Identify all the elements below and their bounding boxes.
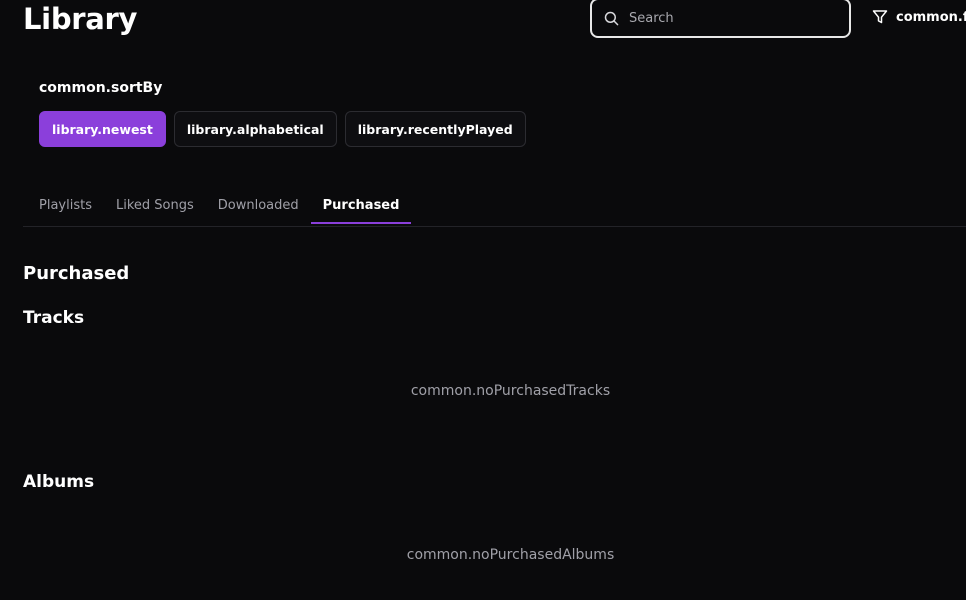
sort-by-label: common.sortBy [39, 80, 163, 96]
tracks-heading: Tracks [23, 308, 85, 328]
sort-recently-played-button[interactable]: library.recentlyPlayed [344, 111, 526, 147]
filters-button-label: common.filters [896, 9, 966, 25]
tab-downloaded[interactable]: Downloaded [206, 190, 311, 226]
library-page: Library common.filters common.sortBy lib… [0, 0, 966, 600]
search-input[interactable] [629, 10, 829, 26]
tab-liked-songs[interactable]: Liked Songs [104, 190, 206, 226]
sort-newest-button[interactable]: library.newest [39, 111, 166, 147]
albums-heading: Albums [23, 472, 95, 492]
search-box[interactable] [590, 0, 851, 38]
tab-purchased[interactable]: Purchased [310, 190, 412, 226]
search-icon [604, 10, 621, 27]
sort-alphabetical-button[interactable]: library.alphabetical [173, 111, 337, 147]
tab-playlists[interactable]: Playlists [27, 190, 104, 226]
section-title: Purchased [23, 263, 130, 284]
filters-button[interactable]: common.filters [872, 6, 966, 28]
tracks-empty-message: common.noPurchasedTracks [410, 383, 611, 399]
filter-icon [872, 9, 888, 25]
albums-empty-message: common.noPurchasedAlbums [406, 547, 615, 563]
page-title: Library [23, 2, 138, 36]
library-tabs: Playlists Liked Songs Downloaded Purchas… [23, 190, 966, 227]
sort-options: library.newest library.alphabetical libr… [39, 111, 526, 147]
